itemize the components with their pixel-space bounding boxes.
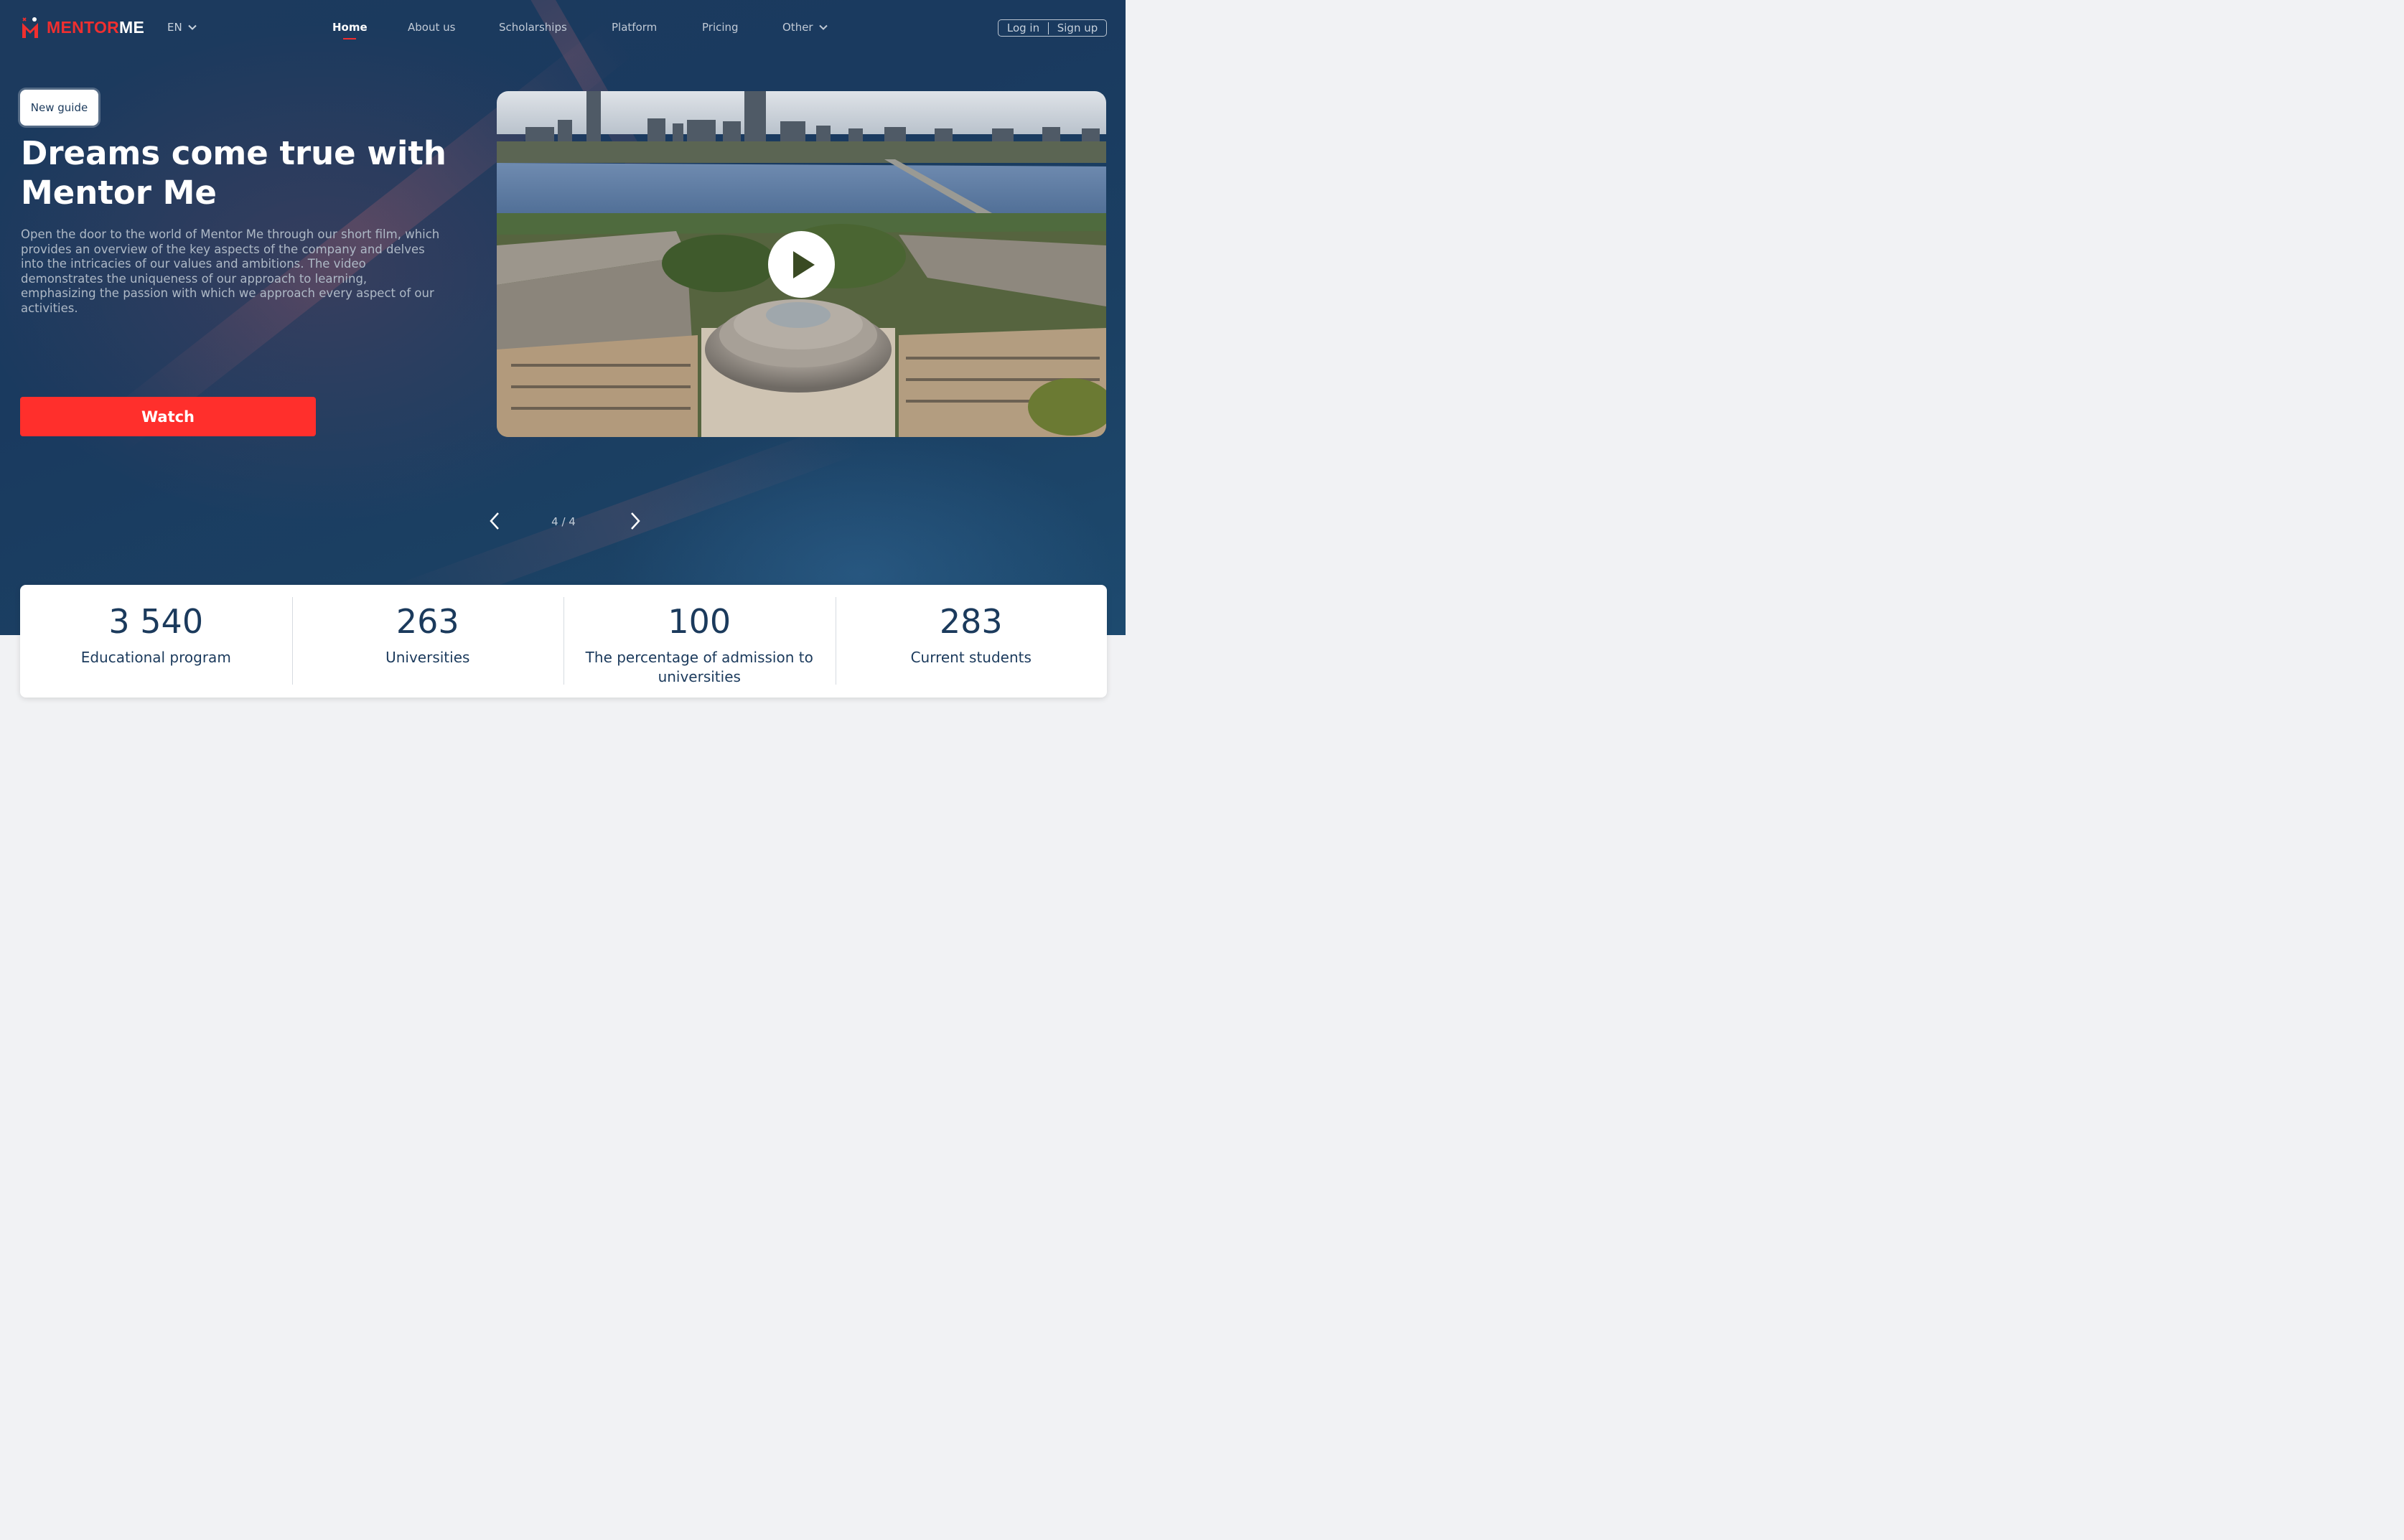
stat-label: Current students [910, 649, 1032, 666]
logo-wordmark: MENTORME [47, 17, 145, 37]
language-selector[interactable]: EN [167, 21, 197, 34]
stat-item: 100 The percentage of admission to unive… [563, 585, 836, 698]
watch-button[interactable]: Watch [20, 397, 316, 436]
stat-item: 3 540 Educational program [20, 585, 292, 698]
nav-item-label: About us [408, 21, 456, 34]
nav-item-label: Platform [612, 21, 658, 34]
stat-item: 263 Universities [291, 585, 564, 698]
nav-item-other[interactable]: Other [782, 21, 828, 34]
signup-button[interactable]: Sign up [1049, 22, 1106, 34]
nav-item-platform[interactable]: Platform [612, 21, 657, 34]
auth-buttons: Log in Sign up [998, 19, 1107, 37]
stat-label: Educational program [80, 649, 231, 666]
stat-value: 3 540 [108, 602, 204, 641]
play-icon [792, 250, 815, 278]
nav-item-about-us[interactable]: About us [408, 21, 455, 34]
logo-mark-icon [21, 16, 39, 39]
stat-item: 283 Current students [835, 585, 1108, 698]
nav-item-label: Home [332, 21, 368, 34]
nav-item-scholarships[interactable]: Scholarships [499, 21, 567, 34]
stat-label: Universities [385, 649, 470, 666]
hero-title: Dreams come true with Mentor Me [21, 134, 446, 212]
stat-value: 283 [939, 602, 1003, 641]
nav-item-pricing[interactable]: Pricing [702, 21, 739, 34]
chevron-left-icon[interactable] [487, 511, 504, 531]
top-navigation: MENTORME EN Home About us Scholarships P… [0, 0, 1126, 56]
stats-panel: 3 540 Educational program 263 Universiti… [20, 585, 1107, 698]
logo[interactable]: MENTORME [21, 16, 144, 39]
chevron-right-icon[interactable] [626, 511, 643, 531]
chevron-down-icon [187, 24, 197, 30]
play-button[interactable] [768, 231, 835, 298]
stat-value: 100 [668, 602, 731, 641]
language-label: EN [167, 21, 182, 34]
nav-item-label: Other [782, 21, 813, 34]
nav-item-label: Scholarships [499, 21, 567, 34]
new-guide-badge[interactable]: New guide [20, 90, 98, 126]
hero-description: Open the door to the world of Mentor Me … [21, 227, 440, 315]
chevron-down-icon [818, 24, 828, 30]
login-button[interactable]: Log in [998, 22, 1048, 34]
stat-label: The percentage of admission to universit… [585, 649, 813, 685]
nav-item-home[interactable]: Home [332, 21, 368, 34]
slide-counter: 4 / 4 [551, 515, 576, 528]
stat-value: 263 [396, 602, 459, 641]
video-player[interactable] [497, 91, 1106, 437]
nav-item-label: Pricing [702, 21, 739, 34]
